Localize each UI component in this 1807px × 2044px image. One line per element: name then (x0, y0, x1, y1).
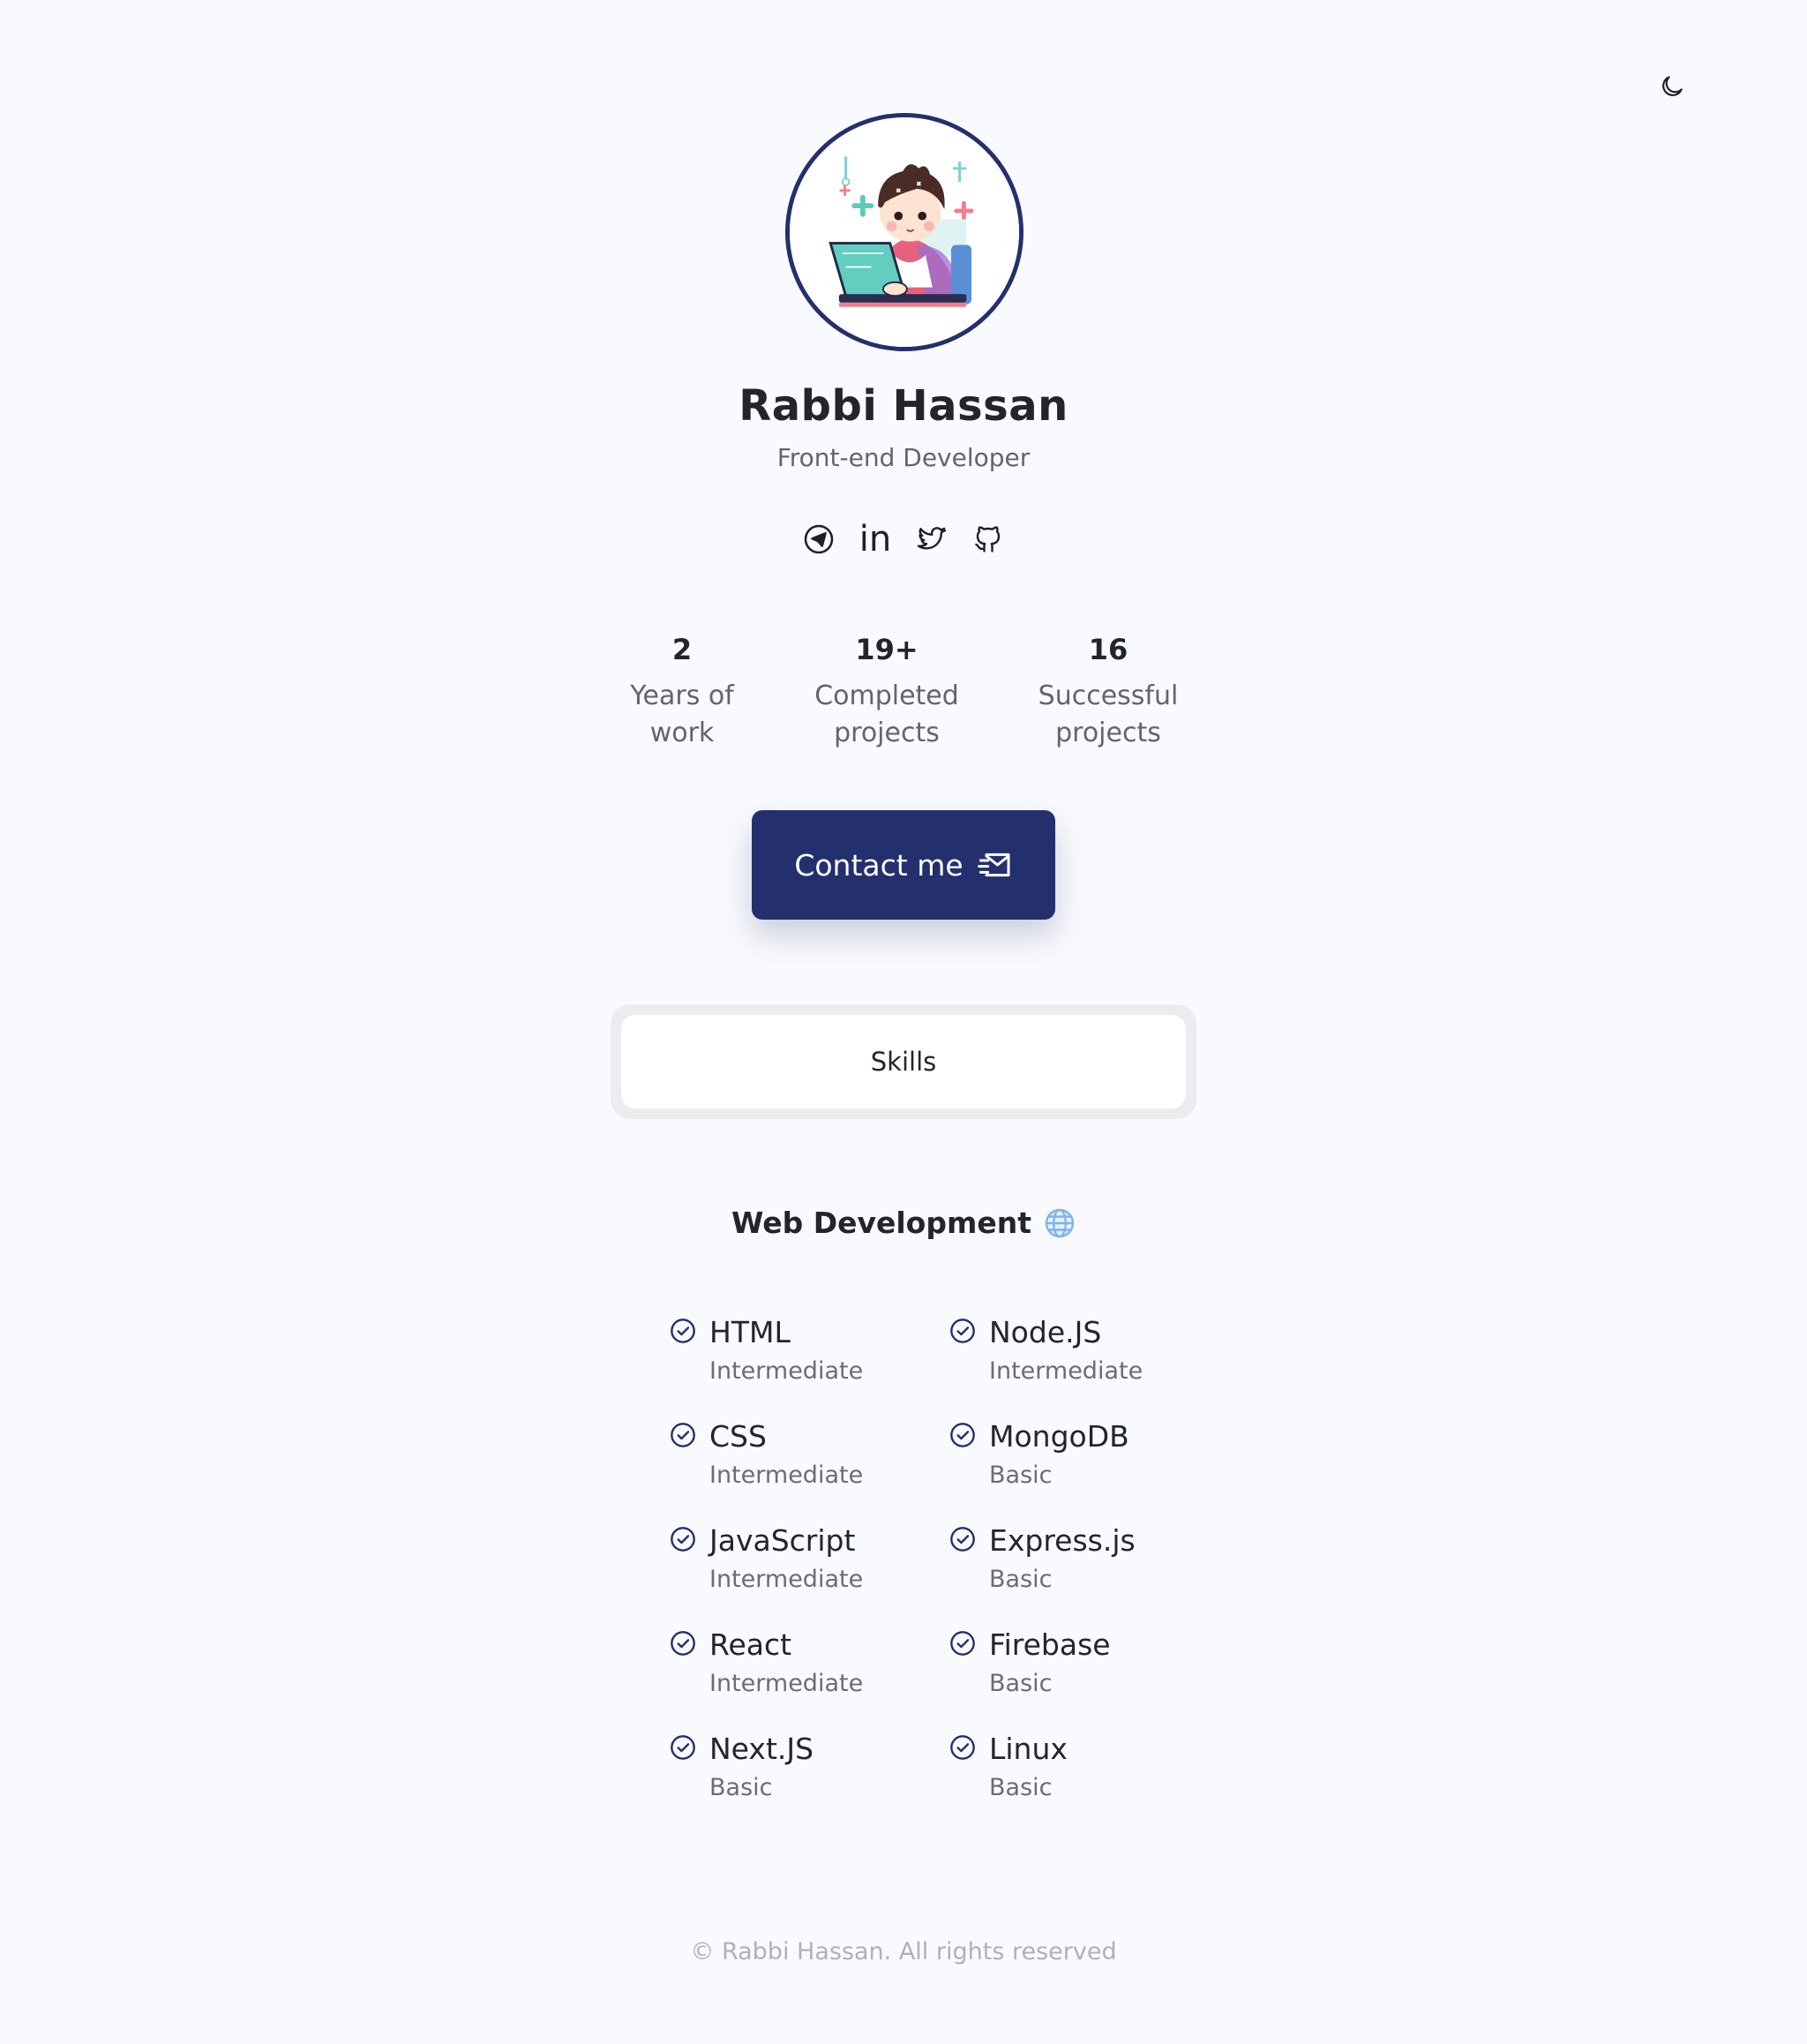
check-circle-icon (669, 1317, 697, 1345)
skill-level: Intermediate (709, 1670, 864, 1697)
stat-label: Years of work (630, 680, 734, 748)
skill-item: Express.js Basic (948, 1522, 1213, 1626)
stat-label: Completed projects (814, 680, 959, 748)
skill-level: Basic (989, 1774, 1053, 1801)
developer-avatar-illustration (790, 117, 1019, 347)
skill-name: CSS (709, 1419, 767, 1454)
tab-skills[interactable]: Skills (621, 1015, 1186, 1108)
skill-level: Basic (989, 1566, 1053, 1593)
check-circle-icon (669, 1629, 697, 1657)
stat-successful: 16 Successful projects (1007, 632, 1210, 752)
stat-completed: 19+ Completed projects (785, 632, 988, 752)
github-link[interactable] (967, 518, 1009, 560)
skill-level: Basic (709, 1774, 773, 1801)
check-circle-icon (669, 1733, 697, 1762)
stat-value: 19+ (855, 633, 918, 666)
profile-role: Front-end Developer (776, 443, 1031, 472)
profile-name: Rabbi Hassan (739, 381, 1068, 431)
moon-icon (1662, 76, 1683, 96)
skill-name: React (709, 1627, 792, 1662)
check-circle-icon (948, 1733, 977, 1762)
twitter-icon (917, 527, 947, 550)
skill-level: Basic (989, 1462, 1053, 1489)
twitter-link[interactable] (911, 518, 953, 560)
check-circle-icon (948, 1525, 977, 1553)
check-circle-icon (669, 1525, 697, 1553)
skill-item: HTML Intermediate (669, 1313, 933, 1417)
check-circle-icon (948, 1421, 977, 1449)
tab-bar: Skills (611, 1004, 1196, 1119)
telegram-link[interactable] (798, 518, 840, 560)
skill-item: Next.JS Basic (669, 1730, 933, 1834)
section-title: Web Development (731, 1206, 1032, 1240)
check-circle-icon (669, 1421, 697, 1449)
skill-name: Express.js (989, 1523, 1136, 1558)
stat-value: 16 (1088, 633, 1128, 666)
skill-name: JavaScript (709, 1523, 856, 1558)
contact-me-button[interactable]: Contact me (752, 810, 1055, 920)
skill-item: Node.JS Intermediate (948, 1313, 1213, 1417)
section-heading: Web Development (0, 1206, 1807, 1240)
skill-name: Node.JS (989, 1315, 1102, 1349)
skills-column-left: HTML Intermediate CSS Intermediate JavaScr… (669, 1313, 933, 1834)
skill-level: Intermediate (709, 1462, 864, 1489)
skill-name: Firebase (989, 1627, 1111, 1662)
check-circle-icon (948, 1317, 977, 1345)
globe-icon (1045, 1208, 1075, 1237)
skill-level: Intermediate (989, 1357, 1143, 1385)
skill-name: Next.JS (709, 1732, 814, 1766)
avatar (785, 113, 1023, 351)
skills-column-right: Node.JS Intermediate MongoDB Basic Express… (948, 1313, 1213, 1834)
stat-label: Successful projects (1038, 680, 1179, 748)
portfolio-page: Rabbi Hassan Front-end Developer in 2 Ye… (0, 0, 1807, 2044)
skill-item: JavaScript Intermediate (669, 1522, 933, 1626)
github-icon (975, 526, 1001, 552)
check-circle-icon (948, 1629, 977, 1657)
skill-level: Basic (989, 1670, 1053, 1697)
theme-toggle-button[interactable] (1653, 67, 1691, 106)
skill-item: Linux Basic (948, 1730, 1213, 1834)
skill-level: Intermediate (709, 1566, 864, 1593)
telegram-icon (804, 524, 834, 554)
skill-item: CSS Intermediate (669, 1417, 933, 1522)
stat-years: 2 Years of work (581, 632, 784, 752)
skill-item: MongoDB Basic (948, 1417, 1213, 1522)
footer-copyright: © Rabbi Hassan. All rights reserved (690, 1938, 1117, 1965)
skill-item: React Intermediate (669, 1626, 933, 1730)
skill-level: Intermediate (709, 1357, 864, 1385)
contact-button-label: Contact me (794, 847, 963, 883)
social-links: in (798, 517, 1009, 561)
send-mail-icon (977, 853, 1010, 877)
skill-name: MongoDB (989, 1419, 1129, 1454)
stat-value: 2 (671, 633, 693, 666)
linkedin-icon: in (859, 519, 892, 560)
skill-item: Firebase Basic (948, 1626, 1213, 1730)
skill-name: Linux (989, 1732, 1068, 1766)
linkedin-link[interactable]: in (854, 518, 896, 560)
skill-name: HTML (709, 1315, 791, 1349)
